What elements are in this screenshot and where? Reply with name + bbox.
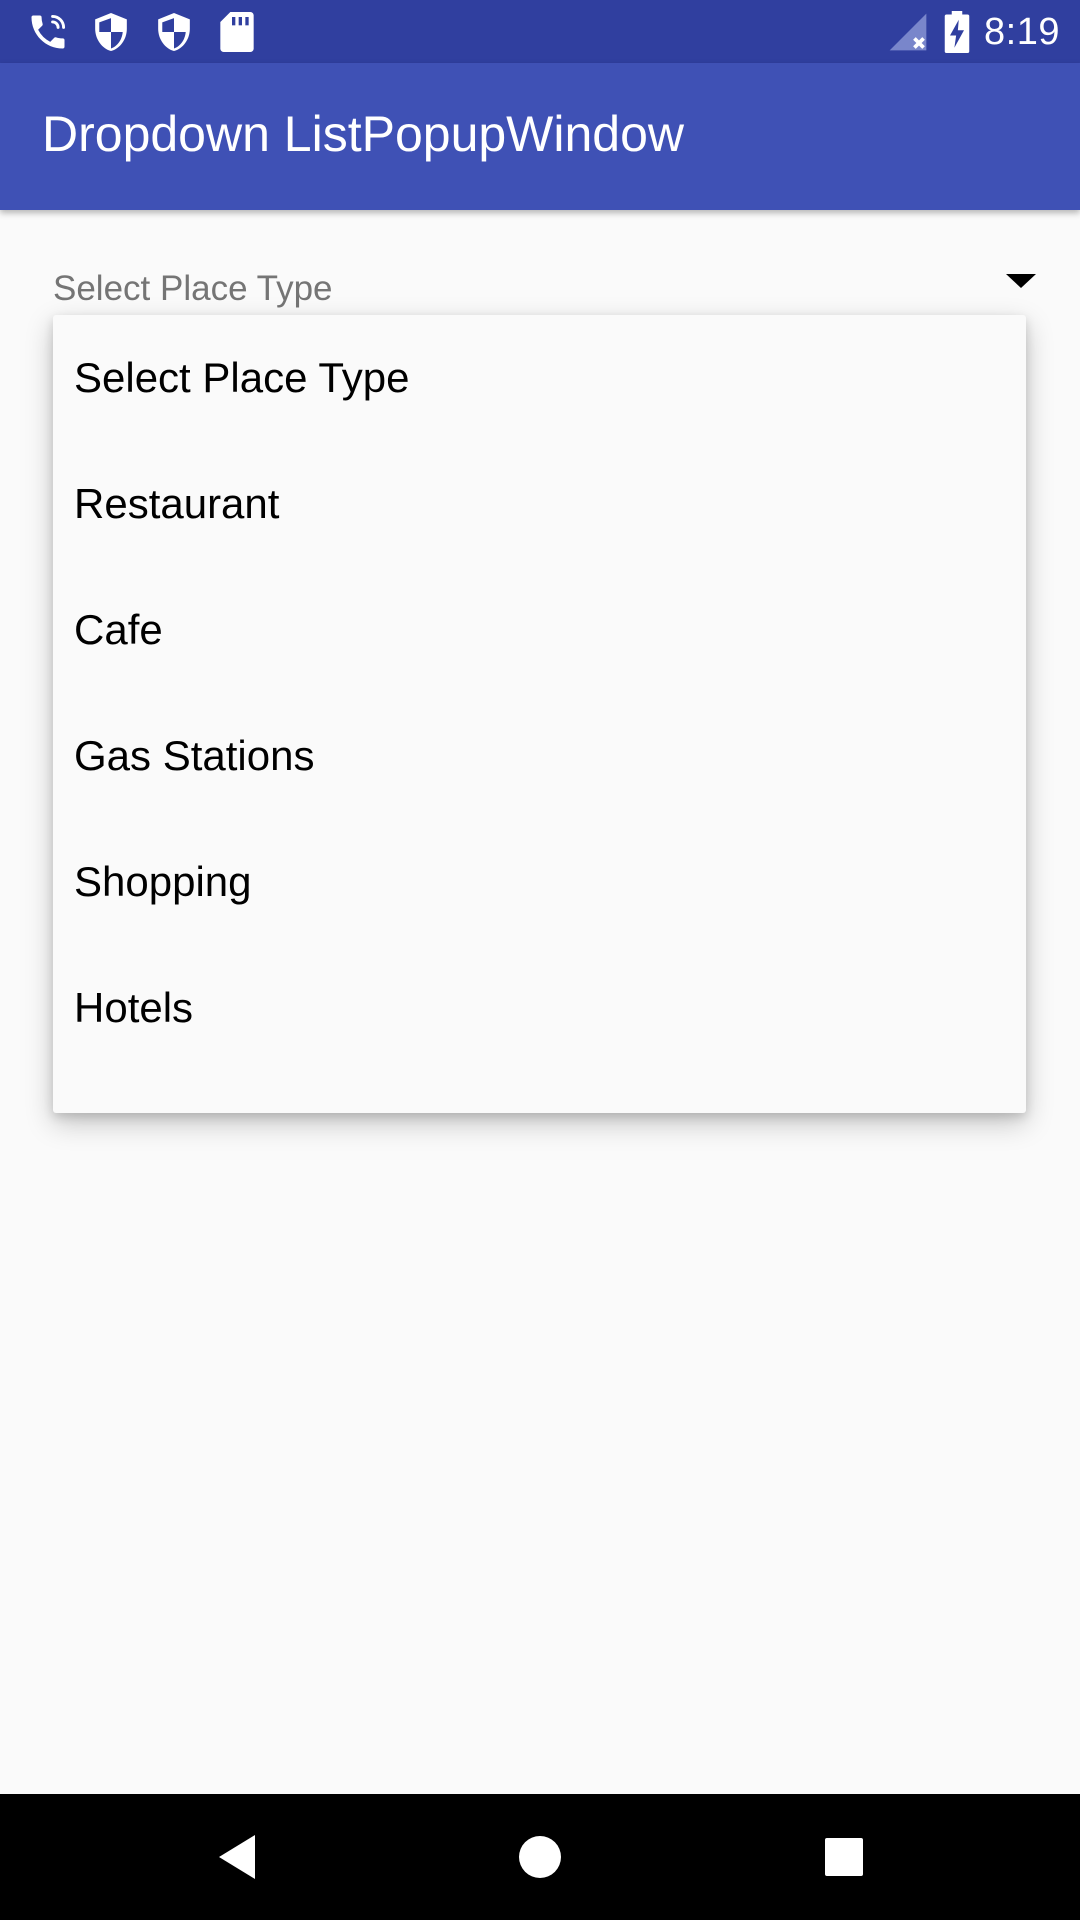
app-bar: Dropdown ListPopupWindow — [0, 63, 1080, 210]
navigation-bar — [0, 1794, 1080, 1920]
status-icons-right: 8:19 — [886, 8, 1060, 56]
arrow-drop-down-icon — [1006, 272, 1036, 290]
recents-icon[interactable] — [814, 1827, 874, 1887]
spinner-selected-text: Select Place Type — [53, 269, 333, 308]
status-bar: 8:19 — [0, 0, 1080, 63]
shield-icon — [150, 8, 198, 56]
app-title: Dropdown ListPopupWindow — [42, 106, 685, 162]
popup-item-restaurant[interactable]: Restaurant — [53, 441, 1026, 567]
sd-card-icon — [213, 8, 261, 56]
popup-item-shopping[interactable]: Shopping — [53, 819, 1026, 945]
screen: 8:19 Dropdown ListPopupWindow Select Pla… — [0, 0, 1080, 1920]
shield-icon — [87, 8, 135, 56]
back-icon[interactable] — [207, 1827, 267, 1887]
dropdown-popup: Select Place Type Restaurant Cafe Gas St… — [53, 315, 1026, 1113]
popup-item-gas-stations[interactable]: Gas Stations — [53, 693, 1026, 819]
popup-item-select-place-type[interactable]: Select Place Type — [53, 315, 1026, 441]
popup-item-cafe[interactable]: Cafe — [53, 567, 1026, 693]
home-icon[interactable] — [510, 1827, 570, 1887]
signal-no-service-icon — [886, 10, 930, 54]
status-time: 8:19 — [984, 10, 1060, 53]
call-wifi-icon — [24, 8, 72, 56]
popup-item-hotels[interactable]: Hotels — [53, 945, 1026, 1071]
battery-charging-icon — [944, 11, 970, 53]
status-icons-left — [24, 8, 261, 56]
